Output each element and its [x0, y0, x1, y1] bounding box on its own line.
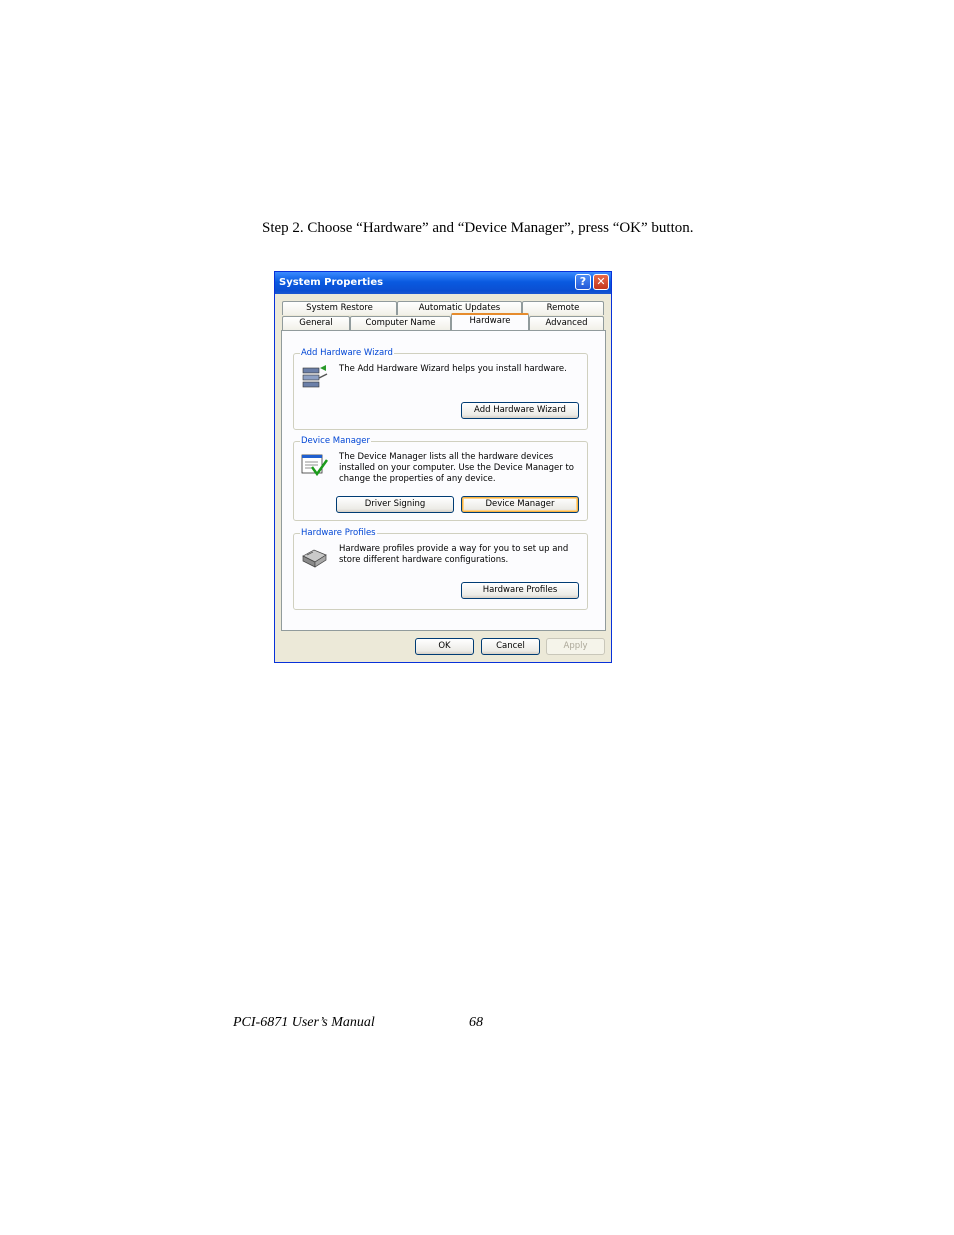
- page-number: 68: [469, 1015, 483, 1030]
- tab-remote[interactable]: Remote: [522, 301, 604, 315]
- hardware-profiles-group: Hardware Profiles Hardware profiles prov…: [293, 528, 588, 610]
- ok-button[interactable]: OK: [415, 638, 474, 655]
- device-manager-button[interactable]: Device Manager: [461, 496, 579, 513]
- device-manager-icon: [301, 454, 328, 477]
- hardware-tab-panel: Add Hardware Wizard The Add Hardware Wiz…: [281, 330, 606, 631]
- group-label: Device Manager: [300, 436, 372, 446]
- tab-system-restore[interactable]: System Restore: [282, 301, 397, 315]
- title-bar[interactable]: System Properties ? ✕: [275, 272, 611, 294]
- add-hardware-description: The Add Hardware Wizard helps you instal…: [339, 364, 567, 374]
- help-button[interactable]: ?: [575, 274, 591, 290]
- hardware-wizard-icon: [302, 365, 328, 388]
- group-label: Hardware Profiles: [300, 528, 377, 538]
- hardware-profiles-icon: [302, 549, 327, 568]
- close-icon: ✕: [596, 275, 606, 288]
- device-manager-group: Device Manager The Device Manager lists …: [293, 436, 588, 521]
- device-manager-description: The Device Manager lists all the hardwar…: [339, 452, 574, 484]
- step-instruction: Step 2. Choose “Hardware” and “Device Ma…: [262, 220, 694, 236]
- tab-advanced[interactable]: Advanced: [529, 316, 604, 330]
- driver-signing-button[interactable]: Driver Signing: [336, 496, 454, 513]
- tab-computer-name[interactable]: Computer Name: [350, 316, 451, 330]
- hardware-profiles-button[interactable]: Hardware Profiles: [461, 582, 579, 599]
- group-label: Add Hardware Wizard: [300, 348, 394, 358]
- tab-hardware[interactable]: Hardware: [451, 313, 529, 330]
- dialog-title: System Properties: [279, 277, 384, 288]
- system-properties-dialog: System Properties ? ✕ System Restore Aut…: [274, 271, 612, 663]
- close-button[interactable]: ✕: [593, 274, 609, 290]
- help-icon: ?: [579, 275, 587, 288]
- tab-general[interactable]: General: [282, 316, 350, 330]
- manual-title: PCI-6871 User’s Manual: [233, 1015, 375, 1030]
- hardware-profiles-description: Hardware profiles provide a way for you …: [339, 544, 569, 565]
- add-hardware-wizard-group: Add Hardware Wizard The Add Hardware Wiz…: [293, 348, 588, 430]
- apply-button[interactable]: Apply: [546, 638, 605, 655]
- add-hardware-wizard-button[interactable]: Add Hardware Wizard: [461, 402, 579, 419]
- cancel-button[interactable]: Cancel: [481, 638, 540, 655]
